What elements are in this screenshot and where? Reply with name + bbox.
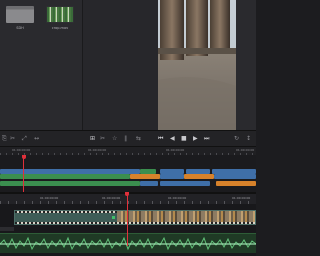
timecode-label: 01:00:00:00 (166, 148, 185, 152)
timecode-label: 01:00:00:00 (40, 196, 59, 200)
swap-icon[interactable]: ⇆ (136, 135, 141, 143)
film-sprockets (15, 222, 255, 224)
reverse-play-icon[interactable]: ◀ (170, 135, 175, 143)
stop-icon[interactable]: ■ (181, 135, 187, 143)
audio-clip[interactable] (140, 181, 158, 186)
overview-tracks[interactable] (0, 155, 256, 192)
video-clip-orange[interactable] (184, 174, 214, 179)
timecode-label: 01:00:00:00 (236, 148, 255, 152)
video-clip-orange[interactable] (130, 174, 160, 179)
viewer-frame (158, 0, 236, 130)
video-clip[interactable] (160, 174, 184, 179)
source-viewer[interactable] (158, 0, 236, 130)
media-item-name: SDH (16, 26, 24, 30)
folder-icon (6, 6, 34, 23)
skip-forward-icon[interactable]: ⏭ (204, 135, 209, 143)
timeline-toolbar: ⎘ ✂ ⤢ ↔ ⊞ ✂ ☆ ∥ ⇆ ⏮ ◀ ■ ▶ ⏭ ↻ ↕ (0, 130, 256, 147)
audio-waveform (0, 236, 256, 251)
audio-clip[interactable] (160, 181, 210, 186)
loop-icon[interactable]: ↻ (234, 135, 239, 143)
inspector-panel (236, 0, 256, 130)
link-icon[interactable]: ∥ (124, 135, 127, 143)
audio-clip-orange[interactable] (216, 181, 256, 186)
detail-tracks[interactable] (0, 192, 256, 256)
timecode-label: 01:00:00:00 (102, 196, 121, 200)
timecode-label: 01:00:00:00 (12, 148, 31, 152)
media-item-name: crop.mov (51, 26, 69, 30)
play-icon[interactable]: ▶ (193, 135, 198, 143)
razor-icon[interactable]: ✂ (100, 135, 105, 143)
media-pool-clip[interactable]: crop.mov (46, 6, 74, 30)
media-pool-panel: SDH crop.mov (0, 0, 82, 130)
dynamic-trim-icon[interactable]: ↔ (34, 135, 39, 143)
playhead-handle[interactable] (125, 192, 129, 196)
clip-handle[interactable] (112, 216, 115, 219)
marker-icon[interactable]: ☆ (112, 135, 117, 143)
effects-panel (82, 0, 158, 130)
timecode-label: 01:00:00:00 (88, 148, 107, 152)
playhead[interactable] (127, 194, 128, 246)
trim-icon[interactable]: ⤢ (22, 135, 27, 143)
skip-back-icon[interactable]: ⏮ (158, 135, 163, 143)
audio-track-clip[interactable] (0, 233, 256, 253)
video-clip[interactable] (0, 174, 130, 179)
media-pool-folder[interactable]: SDH (6, 6, 34, 30)
snapping-icon[interactable]: ⊞ (90, 135, 95, 143)
track-lock[interactable] (0, 227, 14, 231)
playhead[interactable] (23, 155, 24, 192)
blade-icon[interactable]: ✂ (10, 135, 15, 143)
zoom-icon[interactable]: ↕ (246, 135, 251, 143)
video-track-clip[interactable] (14, 210, 256, 225)
edit-mode-icon[interactable]: ⎘ (2, 135, 7, 143)
timecode-label: 01:00:00:00 (232, 196, 251, 200)
timecode-label: 01:00:00:00 (168, 196, 187, 200)
clip-thumbnail (46, 6, 74, 23)
overview-ruler[interactable]: 01:00:00:00 01:00:00:00 01:00:00:00 01:0… (0, 147, 256, 155)
audio-clip[interactable] (0, 181, 140, 186)
video-clip[interactable] (214, 174, 256, 179)
